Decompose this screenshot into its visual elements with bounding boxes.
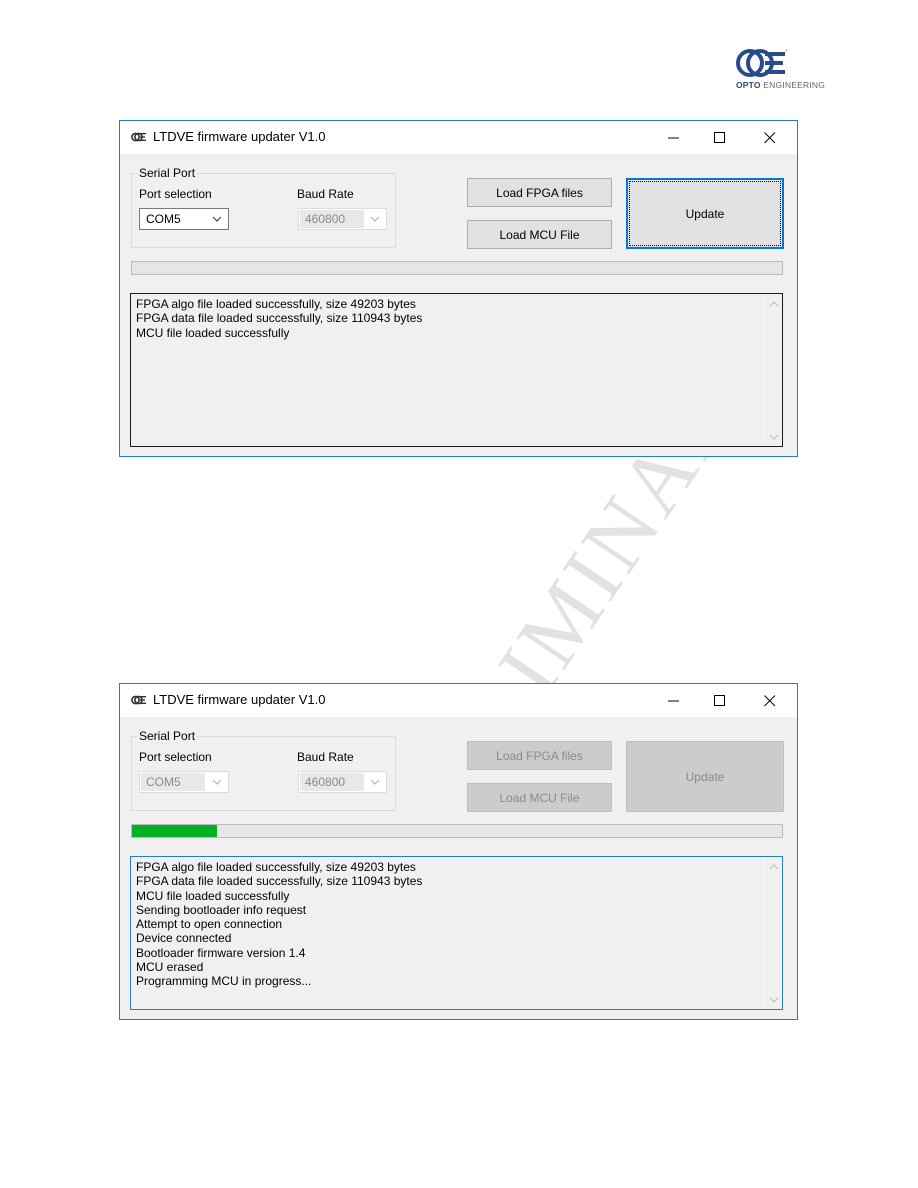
log-textbox[interactable]: FPGA algo file loaded successfully, size… [130, 856, 783, 1010]
update-button: Update [626, 741, 784, 812]
chevron-down-icon [769, 997, 778, 1003]
progress-fill [132, 825, 217, 837]
load-fpga-files-button[interactable]: Load FPGA files [467, 178, 612, 207]
baud-rate-value: 460800 [305, 212, 346, 226]
log-line: MCU erased [136, 960, 204, 975]
port-selection-label: Port selection [139, 750, 212, 764]
log-lines: FPGA algo file loaded successfully, size… [136, 860, 422, 989]
log-textbox[interactable]: FPGA algo file loaded successfully, size… [130, 293, 783, 447]
serial-port-group-label: Serial Port [137, 166, 198, 180]
title-bar[interactable]: LTDVE firmware updater V1.0 [120, 684, 797, 717]
log-line: Programming MCU in progress... [136, 974, 312, 989]
log-line: FPGA data file loaded successfully, size… [136, 311, 423, 326]
chevron-down-icon [370, 779, 380, 785]
baud-rate-label: Baud Rate [297, 750, 354, 764]
opto-engineering-logo-icon: ® [736, 48, 788, 77]
port-selection-label: Port selection [139, 187, 212, 201]
port-selection-value: COM5 [146, 775, 181, 789]
baud-rate-value: 460800 [305, 775, 346, 789]
log-line: FPGA algo file loaded successfully, size… [136, 860, 416, 874]
chevron-down-icon [212, 216, 222, 222]
maximize-button[interactable] [697, 121, 743, 154]
minimize-icon [668, 137, 679, 138]
title-bar[interactable]: LTDVE firmware updater V1.0 [120, 121, 797, 154]
scroll-down-button[interactable] [767, 993, 780, 1006]
port-selection-dropdown[interactable]: COM5 [139, 208, 229, 230]
scroll-up-button[interactable] [767, 297, 780, 310]
progress-bar [131, 261, 783, 275]
updater-window-in-progress: LTDVE firmware updater V1.0 Serial Port … [119, 683, 798, 1020]
load-mcu-file-button: Load MCU File [467, 783, 612, 812]
chevron-down-icon [212, 779, 222, 785]
baud-rate-dropdown: 460800 [298, 208, 387, 230]
minimize-button[interactable] [651, 684, 697, 717]
log-line: Sending bootloader info request [136, 902, 307, 917]
company-name: OPTO ENGINEERING [736, 80, 826, 90]
log-scrollbar[interactable] [764, 294, 782, 446]
window-title: LTDVE firmware updater V1.0 [153, 129, 326, 144]
oe-logo-icon [131, 132, 146, 142]
port-selection-value: COM5 [146, 212, 181, 226]
minimize-button[interactable] [651, 121, 697, 154]
log-lines: FPGA algo file loaded successfully, size… [136, 297, 422, 340]
port-selection-dropdown: COM5 [139, 771, 229, 793]
window-title: LTDVE firmware updater V1.0 [153, 692, 326, 707]
maximize-icon [714, 131, 725, 143]
scroll-up-button[interactable] [767, 860, 780, 873]
maximize-icon [714, 694, 725, 706]
chevron-up-icon [769, 863, 778, 869]
updater-window-before: LTDVE firmware updater V1.0 Serial Port … [119, 120, 798, 457]
log-line: Attempt to open connection [136, 917, 283, 932]
load-mcu-file-button[interactable]: Load MCU File [467, 220, 612, 249]
svg-text:®: ® [785, 48, 788, 53]
log-line: MCU file loaded successfully [136, 888, 290, 903]
chevron-up-icon [769, 300, 778, 306]
close-button[interactable] [747, 121, 793, 154]
log-line: FPGA algo file loaded successfully, size… [136, 297, 416, 311]
progress-bar [131, 824, 783, 838]
scroll-down-button[interactable] [767, 430, 780, 443]
load-fpga-files-button: Load FPGA files [467, 741, 612, 770]
close-button[interactable] [747, 684, 793, 717]
baud-rate-label: Baud Rate [297, 187, 354, 201]
minimize-icon [668, 700, 679, 701]
log-line: FPGA data file loaded successfully, size… [136, 874, 423, 889]
maximize-button[interactable] [697, 684, 743, 717]
log-line: Device connected [136, 931, 232, 946]
baud-rate-dropdown: 460800 [298, 771, 387, 793]
chevron-down-icon [769, 434, 778, 440]
log-line: MCU file loaded successfully [136, 325, 290, 340]
serial-port-group-label: Serial Port [137, 729, 198, 743]
chevron-down-icon [370, 216, 380, 222]
close-icon [764, 131, 776, 143]
close-icon [764, 694, 776, 706]
log-scrollbar[interactable] [764, 857, 782, 1009]
update-button[interactable]: Update [626, 178, 784, 249]
oe-logo-icon [131, 695, 146, 705]
log-line: Bootloader firmware version 1.4 [136, 945, 306, 960]
